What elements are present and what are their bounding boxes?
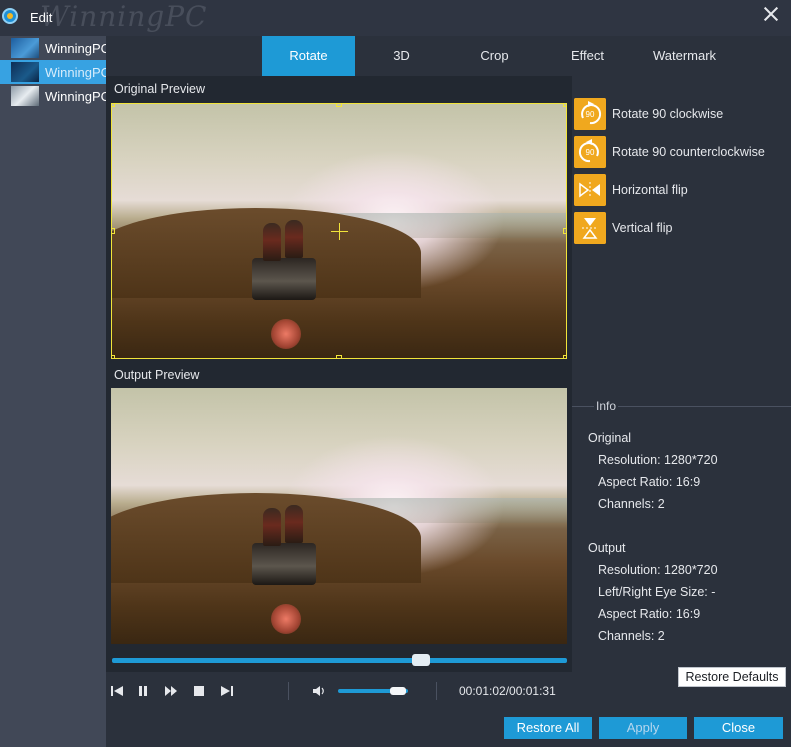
info-legend: Info — [594, 399, 619, 413]
video-scene-truck — [252, 543, 316, 585]
info-original-channels: Channels: 2 — [598, 497, 665, 511]
crop-handle-top-left[interactable] — [111, 103, 115, 107]
file-thumbnail — [11, 62, 39, 82]
info-output-heading: Output — [588, 541, 626, 555]
info-output-aspect-ratio: Aspect Ratio: 16:9 — [598, 607, 701, 621]
info-output-channels: Channels: 2 — [598, 629, 665, 643]
video-scene-lens-flare — [271, 604, 301, 634]
preview-panel: Original Preview Output Preview — [106, 76, 572, 672]
controls-divider — [288, 682, 289, 700]
playback-timeline[interactable] — [112, 658, 567, 663]
crop-handle-left[interactable] — [111, 228, 115, 234]
vertical-flip-button[interactable]: Vertical flip — [574, 212, 786, 244]
apply-button[interactable]: Apply — [599, 717, 687, 739]
title-bar: Edit WinningPC — [0, 0, 791, 36]
file-list-sidebar: WinningPC WinningPC WinningPC — [0, 36, 110, 747]
info-original-resolution: Resolution: 1280*720 — [598, 453, 718, 467]
file-list-label: WinningPC — [45, 41, 111, 56]
crop-handle-bottom-left[interactable] — [111, 355, 115, 359]
rotate-counterclockwise-button[interactable]: 90 Rotate 90 counterclockwise — [574, 136, 786, 168]
rotate-clockwise-label: Rotate 90 clockwise — [612, 107, 724, 121]
file-list-label: WinningPC — [45, 89, 111, 104]
restore-all-button[interactable]: Restore All — [504, 717, 592, 739]
info-output-eye-size: Left/Right Eye Size: - — [598, 585, 716, 599]
output-preview-label: Output Preview — [114, 368, 200, 382]
tab-watermark[interactable]: Watermark — [634, 36, 735, 76]
file-thumbnail — [11, 86, 39, 106]
rotate-options-panel: 90 Rotate 90 clockwise 90 Rotate 90 coun… — [572, 76, 791, 706]
edit-tab-bar: Rotate 3D Crop Effect Watermark — [106, 36, 791, 76]
tab-3d[interactable]: 3D — [355, 36, 448, 76]
info-box: Info Original Resolution: 1280*720 Aspec… — [572, 399, 791, 706]
info-original-aspect-ratio: Aspect Ratio: 16:9 — [598, 475, 701, 489]
vertical-flip-icon — [574, 212, 606, 244]
output-preview-video — [111, 388, 567, 644]
video-scene-person — [285, 505, 303, 543]
video-scene-person — [263, 508, 281, 546]
crosshair-icon[interactable] — [331, 223, 348, 240]
rotate-counterclockwise-icon: 90 — [574, 136, 606, 168]
fast-forward-icon[interactable] — [164, 684, 178, 698]
skip-to-end-icon[interactable] — [220, 684, 234, 698]
close-window-icon[interactable] — [763, 6, 779, 22]
rotate-counterclockwise-label: Rotate 90 counterclockwise — [612, 145, 765, 159]
rotate-clockwise-icon: 90 — [574, 98, 606, 130]
app-logo-icon — [2, 8, 18, 24]
tab-effect[interactable]: Effect — [541, 36, 634, 76]
crop-handle-top-right[interactable] — [563, 103, 567, 107]
restore-defaults-button[interactable]: Restore Defaults — [678, 667, 786, 687]
vertical-flip-label: Vertical flip — [612, 221, 673, 235]
playback-controls: 00:01:02/00:01:31 — [106, 676, 572, 706]
timeline-scrub-handle[interactable] — [412, 654, 431, 666]
file-list-item[interactable]: WinningPC — [0, 36, 110, 60]
crop-handle-top[interactable] — [336, 103, 342, 107]
pause-icon[interactable] — [136, 684, 150, 698]
brand-watermark: WinningPC — [40, 0, 208, 33]
tab-crop[interactable]: Crop — [448, 36, 541, 76]
horizontal-flip-label: Horizontal flip — [612, 183, 688, 197]
svg-text:90: 90 — [586, 148, 595, 157]
crop-handle-bottom-right[interactable] — [563, 355, 567, 359]
crop-handle-bottom[interactable] — [336, 355, 342, 359]
playback-timecode: 00:01:02/00:01:31 — [459, 684, 556, 698]
info-output-resolution: Resolution: 1280*720 — [598, 563, 718, 577]
controls-divider — [436, 682, 437, 700]
file-list-label: WinningPC — [45, 65, 111, 80]
file-list-item-selected[interactable]: WinningPC — [0, 60, 110, 84]
close-button[interactable]: Close — [694, 717, 783, 739]
horizontal-flip-icon — [574, 174, 606, 206]
volume-icon[interactable] — [312, 684, 326, 698]
volume-slider-handle[interactable] — [389, 687, 406, 695]
file-list-item[interactable]: WinningPC — [0, 84, 110, 108]
crop-handle-right[interactable] — [563, 228, 567, 234]
svg-text:90: 90 — [586, 110, 595, 119]
rotate-clockwise-button[interactable]: 90 Rotate 90 clockwise — [574, 98, 786, 130]
stop-icon[interactable] — [192, 684, 206, 698]
file-thumbnail — [11, 38, 39, 58]
tab-rotate[interactable]: Rotate — [262, 36, 355, 76]
original-preview-label: Original Preview — [114, 82, 206, 96]
info-original-heading: Original — [588, 431, 632, 445]
horizontal-flip-button[interactable]: Horizontal flip — [574, 174, 786, 206]
skip-to-start-icon[interactable] — [110, 684, 124, 698]
original-preview-video[interactable] — [111, 103, 567, 359]
